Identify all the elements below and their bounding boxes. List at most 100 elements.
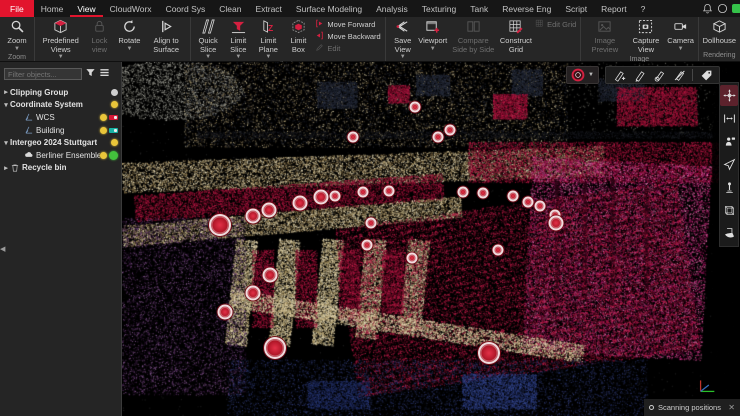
limit-box-button[interactable]: Limit Box	[283, 18, 313, 55]
menu-item-analysis[interactable]: Analysis	[369, 0, 415, 17]
menu-item-tank[interactable]: Tank	[463, 0, 495, 17]
marker-select-icon[interactable]	[650, 68, 668, 83]
menu-item-script[interactable]: Script	[558, 0, 594, 17]
menu-item-cloudworx[interactable]: CloudWorx	[103, 0, 159, 17]
menu-item-file[interactable]: File	[0, 0, 34, 17]
marker-add-icon[interactable]	[610, 68, 628, 83]
scan-position-marker[interactable]	[492, 244, 503, 255]
tree-item-clipping-group[interactable]: ▸Clipping Group	[0, 86, 121, 99]
button-label: Align to Surface	[146, 37, 186, 54]
tree-caret-icon[interactable]: ▾	[2, 139, 10, 147]
filter-funnel-icon[interactable]	[85, 65, 96, 83]
menu-item-clean[interactable]: Clean	[212, 0, 248, 17]
align-to-surface-button[interactable]: Align to Surface	[144, 18, 188, 55]
menu-item-reverse-eng[interactable]: Reverse Eng	[495, 0, 558, 17]
tree-item-coordinate-system[interactable]: ▾Coordinate System	[0, 99, 121, 112]
move-backward-button[interactable]: Move Backward	[315, 31, 380, 42]
menu-item-coord-sys[interactable]: Coord Sys	[159, 0, 213, 17]
tree-caret-icon[interactable]: ▸	[2, 164, 10, 172]
zoom-button[interactable]: Zoom▼	[2, 18, 32, 53]
scan-position-marker[interactable]	[262, 268, 277, 283]
scan-position-marker[interactable]	[313, 189, 328, 204]
visibility-bulb-icon[interactable]	[100, 127, 107, 134]
tree-item-intergeo-2024-stuttgart[interactable]: ▾Intergeo 2024 Stuttgart	[0, 136, 121, 149]
visibility-bulb-icon[interactable]	[111, 101, 118, 108]
tag-icon[interactable]	[697, 68, 715, 83]
scan-position-marker[interactable]	[292, 195, 307, 210]
menu-item-extract[interactable]: Extract	[248, 0, 288, 17]
measure-icon[interactable]	[720, 108, 738, 129]
tree-caret-icon[interactable]: ▸	[2, 88, 10, 96]
scan-position-marker[interactable]	[523, 196, 534, 207]
panel-menu-icon[interactable]	[99, 65, 110, 83]
limit-slice-button[interactable]: Limit Slice▼	[223, 18, 253, 61]
scan-position-marker[interactable]	[348, 132, 359, 143]
rotate-button[interactable]: Rotate▼	[114, 18, 144, 53]
scan-position-marker[interactable]	[432, 132, 443, 143]
scan-position-marker[interactable]	[409, 101, 420, 112]
bell-icon[interactable]	[702, 3, 713, 14]
visibility-bulb-icon[interactable]	[100, 114, 107, 121]
marker-edit-icon[interactable]	[630, 68, 648, 83]
tree-item-wcs[interactable]: WCS	[0, 111, 121, 124]
grab-box-icon[interactable]	[720, 223, 738, 244]
scan-position-marker[interactable]	[406, 253, 417, 264]
save-view-button[interactable]: Save View▼	[388, 18, 418, 61]
visibility-bulb-icon[interactable]	[111, 139, 118, 146]
scan-position-marker[interactable]	[548, 216, 563, 231]
tree-item-building[interactable]: Building	[0, 124, 121, 137]
menu-item-view[interactable]: View	[70, 0, 102, 17]
tree-item-recycle-bin[interactable]: ▸Recycle bin	[0, 162, 121, 175]
predefined-views-button[interactable]: Predefined Views▼	[37, 18, 84, 61]
user-icon[interactable]	[717, 3, 728, 14]
limit-plane-button[interactable]: ZLimit Plane▼	[253, 18, 283, 61]
menu-item-report[interactable]: Report	[594, 0, 634, 17]
move-forward-button[interactable]: Move Forward	[315, 19, 380, 30]
landmark-icon[interactable]	[720, 177, 738, 198]
visibility-bulb-icon[interactable]	[111, 89, 118, 96]
scan-position-marker[interactable]	[366, 218, 377, 229]
menu-item--[interactable]: ?	[634, 0, 653, 17]
filter-input[interactable]	[4, 68, 82, 80]
menu-item-surface-modeling[interactable]: Surface Modeling	[289, 0, 369, 17]
scan-position-marker[interactable]	[508, 191, 519, 202]
scan-position-marker[interactable]	[383, 185, 394, 196]
scan-position-marker[interactable]	[478, 342, 500, 364]
quick-slice-button[interactable]: Quick Slice▼	[193, 18, 223, 61]
viewport-button[interactable]: Viewport▼	[418, 18, 448, 53]
scan-position-marker[interactable]	[218, 304, 233, 319]
scan-position-marker[interactable]	[330, 191, 341, 202]
visibility-bulb-icon[interactable]	[100, 152, 107, 159]
sidebar-collapse-button[interactable]: ◀	[0, 245, 5, 253]
scan-position-marker[interactable]	[246, 208, 261, 223]
tree-item-berliner-ensemble-rtc360[interactable]: Berliner Ensemble RTC360	[0, 149, 121, 162]
account-badge[interactable]	[732, 4, 740, 13]
capture-view-button[interactable]: Capture View	[626, 18, 665, 55]
tree-caret-icon[interactable]: ▾	[2, 101, 10, 109]
scan-position-marker[interactable]	[534, 201, 545, 212]
camera-button[interactable]: Camera▼	[666, 18, 696, 53]
scan-position-marker[interactable]	[246, 286, 261, 301]
menu-item-texturing[interactable]: Texturing	[415, 0, 464, 17]
menu-item-home[interactable]: Home	[34, 0, 71, 17]
close-icon[interactable]: ✕	[728, 403, 735, 412]
scan-position-marker[interactable]	[209, 214, 231, 236]
pan-icon[interactable]	[720, 85, 738, 106]
scan-position-marker[interactable]	[264, 337, 286, 359]
scan-position-marker[interactable]	[458, 186, 469, 197]
scan-position-marker[interactable]	[477, 187, 488, 198]
scan-position-marker[interactable]	[445, 124, 456, 135]
scan-position-marker[interactable]	[358, 186, 369, 197]
scanning-positions-panel: Scanning positions ✕	[644, 399, 740, 416]
dollhouse-button[interactable]: Dollhouse	[701, 18, 738, 47]
point-cloud-render[interactable]	[122, 62, 740, 416]
scan-position-marker[interactable]	[361, 240, 372, 251]
navigate-icon[interactable]	[720, 154, 738, 175]
scan-positions-toggle-button[interactable]: ▼	[566, 66, 599, 84]
construct-grid-button[interactable]: Construct Grid	[499, 18, 533, 55]
marker-off-icon[interactable]	[670, 68, 688, 83]
box-icon[interactable]	[720, 200, 738, 221]
scan-position-marker[interactable]	[262, 202, 277, 217]
scan-station-icon[interactable]	[720, 131, 738, 152]
viewport-3d[interactable]: ▼ Scanning positions ✕	[122, 62, 740, 416]
